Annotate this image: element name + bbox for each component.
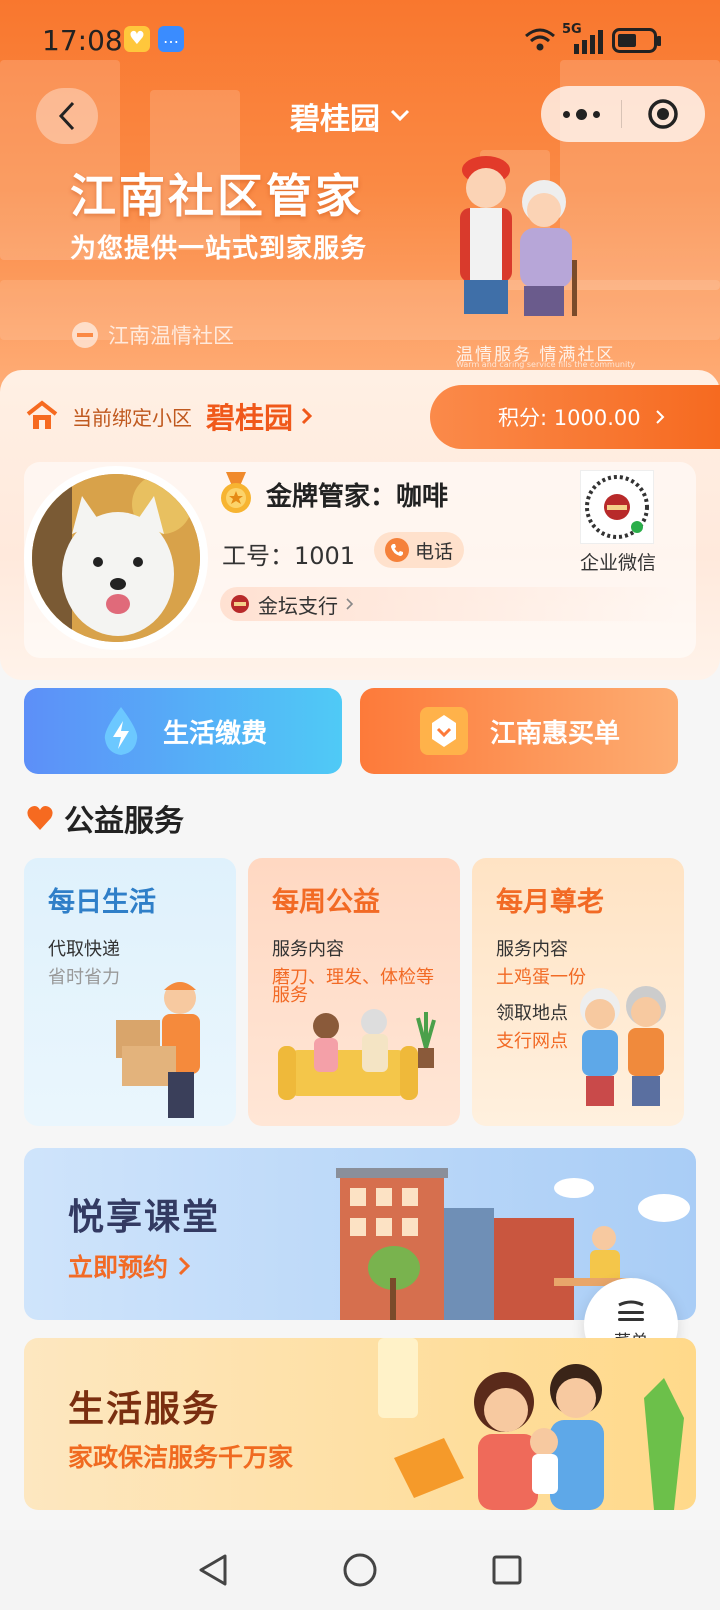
family-illustration xyxy=(378,1338,684,1510)
hero-title: 江南社区管家 xyxy=(70,169,364,223)
points-text: 积分: 1000.00 xyxy=(498,406,641,430)
wechat-qrcode[interactable] xyxy=(580,470,654,544)
brand-logo-icon xyxy=(72,322,98,348)
steward-id: 工号：1001 xyxy=(222,542,356,570)
service-line: 服务内容 xyxy=(496,939,568,960)
section-title-text: 公益服务 xyxy=(64,804,184,839)
bound-community-name: 碧桂园 xyxy=(206,401,294,435)
heart-icon xyxy=(27,806,53,830)
nav-recents-icon[interactable] xyxy=(491,1554,523,1586)
reserve-now-link[interactable]: 立即预约 xyxy=(68,1248,191,1284)
points-button[interactable]: 积分: 1000.00 xyxy=(430,385,720,449)
bank-logo-icon xyxy=(231,595,249,613)
chevron-down-icon xyxy=(390,109,410,122)
chevron-right-icon xyxy=(178,1256,191,1276)
volunteer-elder-illustration xyxy=(460,156,577,316)
phone-icon xyxy=(384,538,409,562)
service-title: 每周公益 xyxy=(272,887,380,918)
service-card-daily[interactable]: 每日生活 代取快递 省时省力 xyxy=(24,858,236,1126)
life-service-banner[interactable]: 生活服务 家政保洁服务千万家 xyxy=(24,1338,696,1510)
qrcode-icon xyxy=(585,475,649,539)
message-app-icon: … xyxy=(158,26,184,52)
branch-link[interactable]: 金坛支行 xyxy=(220,587,680,621)
service-card-monthly[interactable]: 每月尊老 服务内容 土鸡蛋一份 领取地点 支行网点 xyxy=(472,858,684,1126)
chevron-right-icon xyxy=(301,407,313,425)
clock: 17:08 xyxy=(42,24,123,57)
phone-label: 电话 xyxy=(414,540,453,563)
life-payment-label: 生活缴费 xyxy=(162,718,267,749)
voucher-icon xyxy=(419,707,468,755)
steward-title: 金牌管家：咖啡 xyxy=(266,482,449,512)
home-icon xyxy=(26,400,58,429)
hero-brand: 江南温情社区 xyxy=(70,320,234,350)
chevron-right-icon xyxy=(346,598,354,610)
bound-community-label: 当前绑定小区 xyxy=(72,405,192,430)
system-nav-bar xyxy=(0,1530,720,1610)
steward-avatar xyxy=(24,466,208,650)
life-service-title: 生活服务 xyxy=(68,1389,221,1430)
battery-icon xyxy=(612,28,661,53)
section-title: 公益服务 xyxy=(26,796,184,840)
menu-icon xyxy=(618,1300,644,1321)
hero-subtitle: 为您提供一站式到家服务 xyxy=(70,234,368,264)
service-card-weekly[interactable]: 每周公益 服务内容 磨刀、理发、体检等服务 xyxy=(248,858,460,1126)
chevron-left-icon xyxy=(58,101,75,131)
status-bar: 17:08 ♥ … 5G xyxy=(0,0,720,80)
dog-photo xyxy=(32,474,200,642)
life-payment-button[interactable]: 生活缴费 xyxy=(24,688,342,774)
back-button[interactable] xyxy=(36,88,98,144)
gold-medal-icon xyxy=(221,472,251,513)
service-line: 代取快递 xyxy=(48,939,120,960)
elderly-couple-illustration xyxy=(580,986,666,1106)
courier-illustration xyxy=(116,982,200,1118)
nav-back-icon[interactable] xyxy=(197,1553,229,1587)
hero-brand-text: 江南温情社区 xyxy=(108,324,234,348)
service-title: 每月尊老 xyxy=(496,887,604,918)
lightning-drop-icon xyxy=(104,707,138,755)
sofa-elders-illustration xyxy=(278,1009,436,1100)
wechat-label: 企业微信 xyxy=(580,552,657,574)
jiangnan-checkout-button[interactable]: 江南惠买单 xyxy=(360,688,678,774)
reserve-now-label: 立即预约 xyxy=(68,1253,169,1282)
bound-community-row[interactable]: 当前绑定小区 碧桂园 xyxy=(24,396,313,436)
chevron-right-icon xyxy=(655,410,665,424)
wifi-icon xyxy=(525,28,555,51)
close-miniprogram-button[interactable] xyxy=(622,86,704,142)
branch-name: 金坛支行 xyxy=(258,593,338,618)
hero-slogan-english: Warm and caring service fills the commun… xyxy=(456,360,636,369)
community-dropdown[interactable]: 碧桂园 xyxy=(290,94,410,138)
heart-app-icon: ♥ xyxy=(124,26,150,52)
service-title: 每日生活 xyxy=(48,887,156,918)
classroom-title: 悦享课堂 xyxy=(68,1197,221,1238)
jiangnan-checkout-label: 江南惠买单 xyxy=(489,718,620,749)
nav-home-icon[interactable] xyxy=(342,1552,378,1588)
target-icon xyxy=(648,99,678,129)
phone-button[interactable]: 电话 xyxy=(374,532,464,568)
service-line: 服务内容 xyxy=(272,939,344,960)
more-button[interactable] xyxy=(541,86,621,142)
miniprogram-capsule xyxy=(541,86,705,142)
signal-icon xyxy=(574,30,603,54)
life-service-subtitle: 家政保洁服务千万家 xyxy=(68,1443,294,1472)
community-dropdown-label: 碧桂园 xyxy=(290,102,380,137)
